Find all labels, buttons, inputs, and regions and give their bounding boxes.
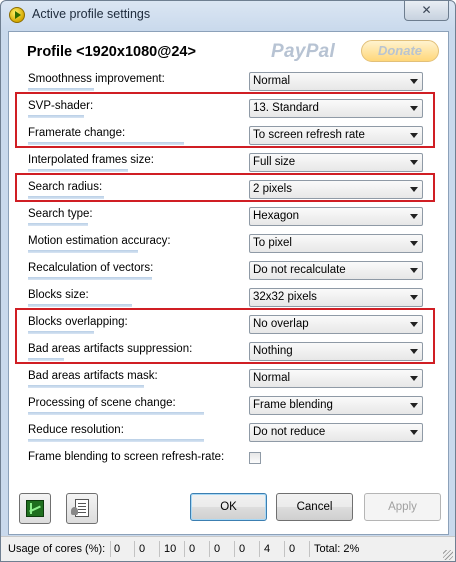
dropdown-value: Normal (253, 75, 291, 87)
setting-level-bar (28, 88, 94, 91)
setting-level-bar (28, 304, 132, 307)
setting-row: Reduce resolution: Do not reduce (9, 422, 448, 449)
setting-row: Recalculation of vectors: Do not recalcul… (9, 260, 448, 287)
clipboard-button[interactable] (66, 493, 98, 524)
setting-dropdown[interactable]: Hexagon (249, 207, 423, 226)
close-button[interactable]: ✕ (404, 1, 449, 21)
setting-label: Reduce resolution: (28, 424, 124, 436)
clipboard-list-icon (71, 499, 89, 517)
graph-icon (26, 500, 44, 517)
dropdown-value: Frame blending (253, 399, 333, 411)
setting-level-bar (28, 250, 138, 253)
setting-level-bar (28, 223, 88, 226)
dropdown-value: Do not recalculate (253, 264, 346, 276)
status-bar: Usage of cores (%): 0 0 10 0 0 0 4 0 Tot… (1, 536, 455, 561)
setting-dropdown[interactable]: Normal (249, 369, 423, 388)
title-bar[interactable]: Active profile settings ✕ (1, 1, 455, 29)
setting-level-bar (28, 439, 204, 442)
dropdown-value: 32x32 pixels (253, 291, 317, 303)
dropdown-value: Do not reduce (253, 426, 326, 438)
setting-dropdown[interactable]: 32x32 pixels (249, 288, 423, 307)
setting-label: Blocks size: (28, 289, 89, 301)
setting-dropdown[interactable]: Frame blending (249, 396, 423, 415)
setting-dropdown[interactable]: Full size (249, 153, 423, 172)
setting-level-bar (28, 385, 144, 388)
chevron-down-icon (410, 79, 418, 84)
setting-level-bar (28, 169, 128, 172)
core-usage-value: 0 (239, 541, 260, 557)
core-usage-value: 0 (114, 541, 135, 557)
dropdown-value: Hexagon (253, 210, 300, 222)
dropdown-value: Normal (253, 372, 291, 384)
setting-label: Bad areas artifacts mask: (28, 370, 158, 382)
chevron-down-icon (410, 241, 418, 246)
highlight-box (15, 308, 435, 364)
chevron-down-icon (410, 214, 418, 219)
setting-label: Smoothness improvement: (28, 73, 165, 85)
setting-label: Interpolated frames size: (28, 154, 154, 166)
highlight-box (15, 173, 435, 202)
setting-row: Processing of scene change: Frame blendin… (9, 395, 448, 422)
setting-label: Processing of scene change: (28, 397, 176, 409)
setting-level-bar (28, 412, 204, 415)
core-usage-value: 0 (189, 541, 210, 557)
app-icon (9, 7, 25, 23)
setting-label: Motion estimation accuracy: (28, 235, 171, 247)
paypal-logo: PayPal (271, 41, 336, 62)
cores-usage-label: Usage of cores (%): (8, 541, 111, 557)
setting-dropdown[interactable]: Normal (249, 72, 423, 91)
chevron-down-icon (410, 430, 418, 435)
dropdown-value: To pixel (253, 237, 292, 249)
window-title: Active profile settings (32, 7, 151, 21)
chevron-down-icon (410, 376, 418, 381)
core-usage-value: 0 (289, 541, 310, 557)
graph-button[interactable] (19, 493, 51, 524)
highlight-box (15, 92, 435, 148)
setting-checkbox[interactable] (249, 452, 261, 464)
chevron-down-icon (410, 295, 418, 300)
setting-label: Search type: (28, 208, 93, 220)
setting-row: Search type: Hexagon (9, 206, 448, 233)
total-usage: Total: 2% (314, 543, 360, 555)
donate-button[interactable]: Donate (361, 40, 439, 62)
setting-row: Frame blending to screen refresh-rate: (9, 449, 448, 476)
cancel-button[interactable]: Cancel (276, 493, 353, 521)
setting-dropdown[interactable]: To pixel (249, 234, 423, 253)
resize-grip[interactable] (443, 550, 453, 560)
setting-level-bar (28, 277, 152, 280)
setting-label: Recalculation of vectors: (28, 262, 154, 274)
settings-panel: Profile <1920x1080@24> PayPal Donate Smo… (8, 31, 449, 535)
core-usage-value: 0 (214, 541, 235, 557)
core-usage-value: 10 (164, 541, 185, 557)
profile-title: Profile <1920x1080@24> (27, 44, 196, 60)
chevron-down-icon (410, 268, 418, 273)
dropdown-value: Full size (253, 156, 296, 168)
setting-label: Frame blending to screen refresh-rate: (28, 451, 225, 463)
setting-dropdown[interactable]: Do not recalculate (249, 261, 423, 280)
ok-button[interactable]: OK (190, 493, 267, 521)
core-usage-value: 4 (264, 541, 285, 557)
setting-dropdown[interactable]: Do not reduce (249, 423, 423, 442)
chevron-down-icon (410, 403, 418, 408)
dialog-window: Active profile settings ✕ Profile <1920x… (0, 0, 456, 562)
apply-button[interactable]: Apply (364, 493, 441, 521)
chevron-down-icon (410, 160, 418, 165)
core-usage-value: 0 (139, 541, 160, 557)
setting-row: Motion estimation accuracy: To pixel (9, 233, 448, 260)
setting-row: Bad areas artifacts mask: Normal (9, 368, 448, 395)
